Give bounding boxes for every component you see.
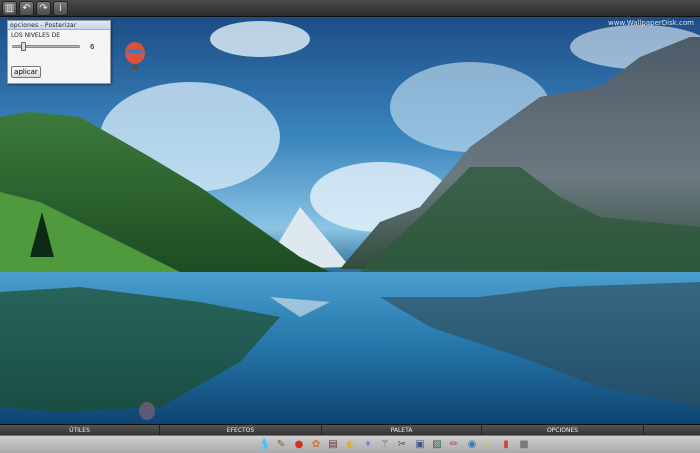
layers-icon[interactable]: ▥ (2, 1, 17, 16)
brush-icon[interactable]: ✎ (275, 439, 287, 451)
film-icon[interactable]: ▤ (327, 439, 339, 451)
drop-icon[interactable]: 💧 (258, 439, 270, 451)
lightbulb-icon[interactable]: ☼ (483, 439, 495, 451)
levels-label: LOS NIVELES DE (11, 32, 60, 39)
magic-wand-icon[interactable]: ⚚ (379, 439, 391, 451)
hammer-icon[interactable]: ✂ (396, 439, 408, 451)
apply-button[interactable]: aplicar (11, 66, 41, 78)
bulb-icon[interactable]: ◐ (345, 439, 357, 451)
redo-icon[interactable]: ↷ (36, 1, 51, 16)
pencil-icon[interactable]: ✏ (448, 439, 460, 451)
undo-icon[interactable]: ↶ (19, 1, 34, 16)
monitor-icon[interactable]: ▣ (414, 439, 426, 451)
tool-icon-bar: 💧 ✎ ● ✿ ▤ ◐ ✦ ⚚ ✂ ▣ ▨ ✏ ◉ ☼ ▮ ■ (0, 435, 700, 453)
watermark-text: www.WallpaperDisk.com (608, 19, 694, 27)
chart-icon[interactable]: ▮ (500, 439, 512, 451)
image-icon[interactable]: ▨ (431, 439, 443, 451)
star-icon[interactable]: ✦ (362, 439, 374, 451)
bottom-tab-bar: ÚTILES EFECTOS PALETA OPCIONES (0, 424, 700, 436)
palette-icon[interactable]: ✿ (310, 439, 322, 451)
globe-icon[interactable]: ◉ (466, 439, 478, 451)
top-toolbar: ▥ ↶ ↷ i (0, 0, 700, 17)
levels-value: 6 (90, 43, 95, 51)
posterize-options-panel: opciones - Posterizar LOS NIVELES DE 6 a… (7, 20, 111, 84)
levels-slider-thumb[interactable] (20, 42, 26, 51)
folder-icon[interactable]: ■ (518, 439, 530, 451)
panel-title: opciones - Posterizar (8, 21, 110, 30)
record-icon[interactable]: ● (293, 439, 305, 451)
info-icon[interactable]: i (53, 1, 68, 16)
